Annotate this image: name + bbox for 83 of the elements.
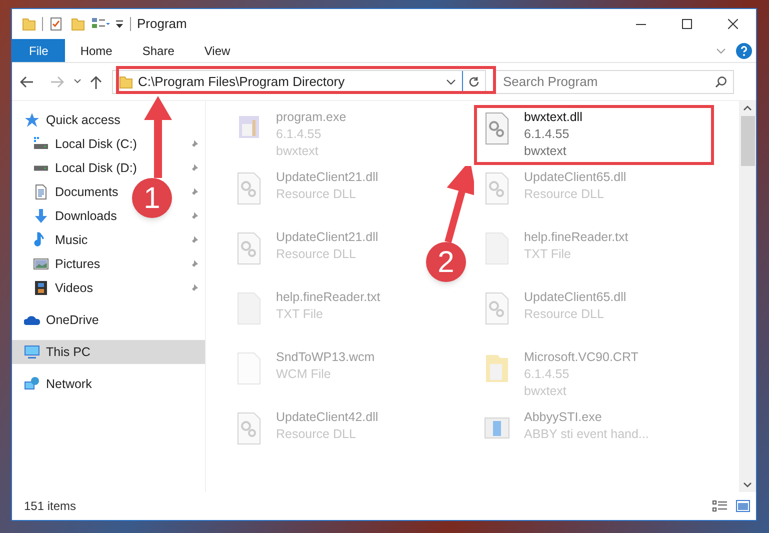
file-name: SndToWP13.wcm	[276, 349, 375, 366]
chevron-icon[interactable]	[74, 79, 81, 84]
list-icon[interactable]	[91, 17, 111, 31]
file-icon	[236, 292, 262, 326]
file-detail: bwxtext	[524, 383, 568, 400]
ribbon-tab[interactable]: File	[12, 39, 66, 62]
file-detail: Resource DLL	[524, 186, 605, 203]
status-text: 151 items	[24, 498, 76, 515]
nav-item[interactable]: Videos	[33, 276, 93, 300]
nav-item[interactable]: Local Disk (D:)	[33, 156, 137, 180]
address-bar[interactable]: C:\Program Files\Program Directory	[112, 70, 486, 94]
file-detail: ABBY sti event hand...	[524, 426, 649, 443]
star-icon	[24, 112, 40, 128]
window-title: Program	[137, 15, 187, 34]
monitor-icon	[24, 344, 40, 360]
ribbon-tab[interactable]: Share	[127, 39, 190, 62]
down-arrow-icon	[33, 208, 49, 224]
gear-file-icon	[236, 172, 262, 206]
nav-item[interactable]: Quick access	[24, 108, 120, 132]
thumbnail-view-icon[interactable]	[736, 500, 750, 512]
dropdown-icon[interactable]	[115, 19, 124, 29]
file-name: UpdateClient21.dll	[276, 169, 378, 186]
file-detail: 6.1.4.55	[524, 126, 570, 143]
gear-file-icon	[484, 112, 510, 146]
network-icon	[24, 376, 40, 392]
up-icon[interactable]	[90, 74, 102, 88]
properties-icon[interactable]	[49, 17, 63, 31]
file-detail: WCM File	[276, 366, 332, 383]
scroll-thumb[interactable]	[740, 116, 754, 166]
file-detail: 6.1.4.55	[276, 126, 322, 143]
nav-item[interactable]: This PC	[24, 340, 90, 364]
chevron-icon[interactable]	[446, 78, 456, 84]
back-icon[interactable]	[20, 76, 34, 88]
file-item[interactable]: bwxtext.dll 6.1.4.55 bwxtext	[474, 105, 714, 165]
file-name: UpdateClient65.dll	[524, 169, 626, 186]
nav-item[interactable]: OneDrive	[24, 308, 99, 332]
gear-file-icon	[236, 412, 262, 446]
ribbon-tab[interactable]: View	[189, 39, 246, 62]
file-detail: TXT File	[276, 306, 324, 323]
file-name: UpdateClient21.dll	[276, 229, 378, 246]
scroll-down-icon[interactable]	[743, 482, 752, 488]
file-name: help.fineReader.txt	[524, 229, 628, 246]
file-detail: Resource DLL	[276, 246, 357, 263]
file-detail: TXT File	[524, 246, 572, 263]
nav-item[interactable]: Local Disk (C:)	[33, 132, 137, 156]
file-detail: Resource DLL	[276, 186, 357, 203]
file-name: bwxtext.dll	[524, 109, 582, 126]
ribbon-tab[interactable]: Home	[65, 39, 128, 62]
nav-item[interactable]: Downloads	[33, 204, 117, 228]
file-icon	[236, 352, 262, 386]
file-name: program.exe	[276, 109, 346, 126]
file-detail: Resource DLL	[276, 426, 357, 443]
maximize-icon	[682, 19, 692, 29]
picture-icon	[33, 256, 49, 272]
file-detail: Resource DLL	[524, 306, 605, 323]
file-detail: 6.1.4.55	[524, 366, 570, 383]
folder-icon	[119, 74, 133, 88]
document-icon	[33, 184, 49, 200]
gear-file-icon	[236, 232, 262, 266]
scroll-bar[interactable]	[739, 101, 756, 492]
close-icon	[728, 19, 738, 29]
file-name: help.fineReader.txt	[276, 289, 380, 306]
nav-item[interactable]: Music	[33, 228, 88, 252]
file-detail: bwxtext	[524, 143, 568, 160]
gear-file-icon	[484, 172, 510, 206]
file-name: UpdateClient65.dll	[524, 289, 626, 306]
file-detail: bwxtext	[276, 143, 320, 160]
refresh-icon	[468, 76, 480, 88]
file-icon	[484, 232, 510, 266]
file-name: UpdateClient42.dll	[276, 409, 378, 426]
drive-icon	[33, 136, 49, 152]
nav-item[interactable]: Network	[24, 372, 92, 396]
address-path: C:\Program Files\Program Directory	[138, 72, 345, 91]
file-name: AbbyySTI.exe	[524, 409, 603, 426]
film-icon	[33, 280, 49, 296]
nav-item[interactable]: Pictures	[33, 252, 100, 276]
scroll-up-icon[interactable]	[743, 105, 752, 111]
help-icon[interactable]	[736, 42, 752, 58]
details-view-icon[interactable]	[712, 500, 728, 512]
drive-icon	[33, 165, 49, 171]
file-name: Microsoft.VC90.CRT	[524, 349, 638, 366]
gear-file-icon	[484, 292, 510, 326]
nav-item[interactable]: Documents	[33, 180, 118, 204]
